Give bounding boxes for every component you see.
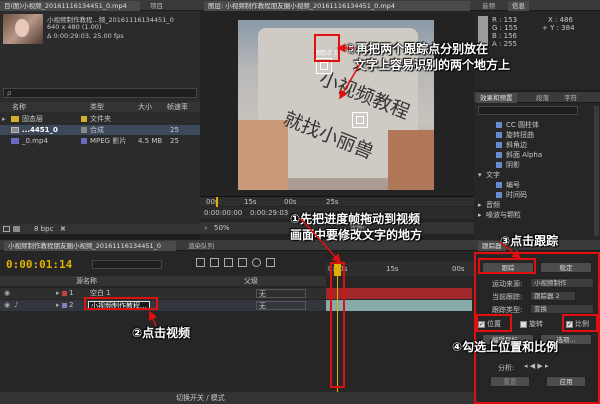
arrow-to-layer: [148, 310, 158, 327]
arrow-to-track-point-2: [339, 63, 361, 100]
arrow-to-track-button: [499, 241, 522, 259]
arrow-to-playhead: [299, 217, 342, 264]
annotation-arrows: [148, 43, 522, 327]
